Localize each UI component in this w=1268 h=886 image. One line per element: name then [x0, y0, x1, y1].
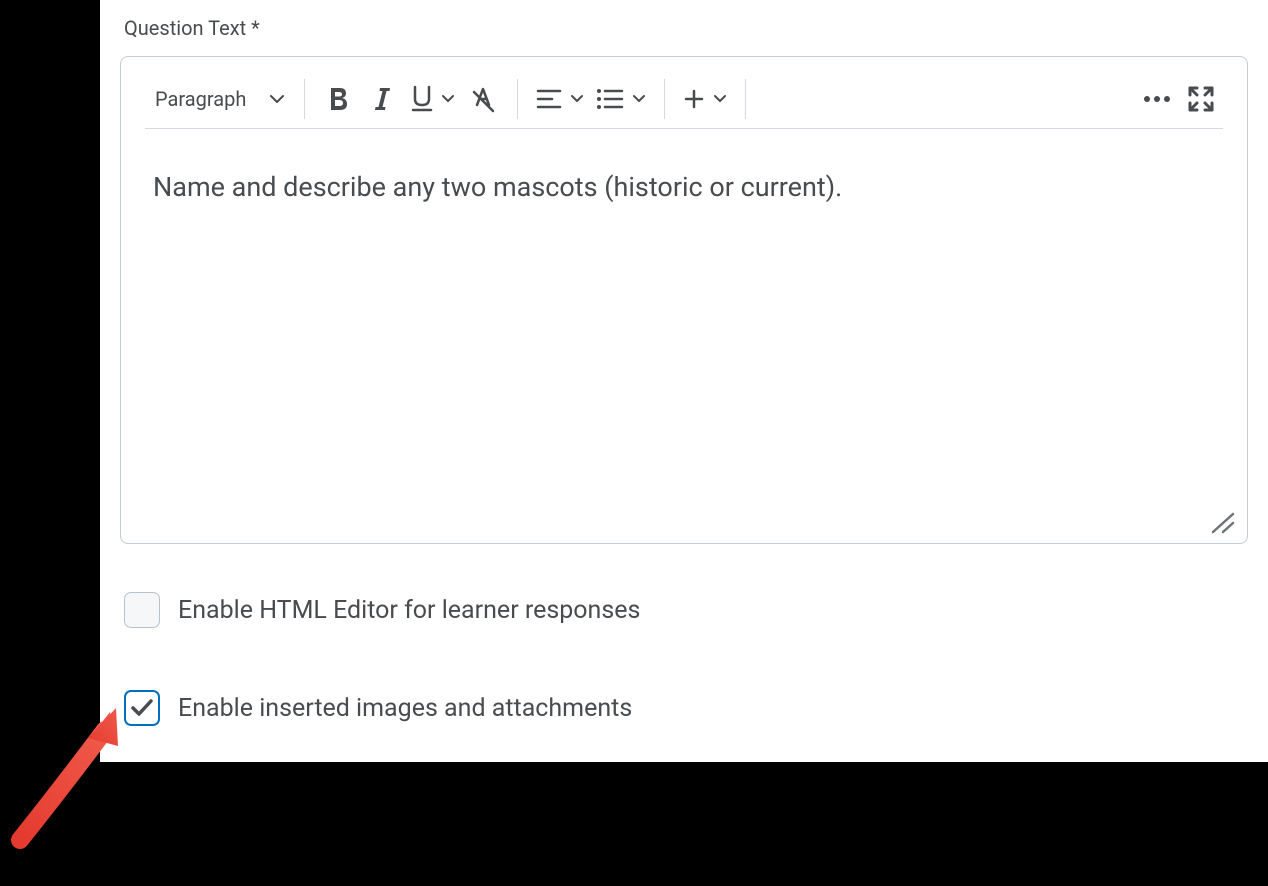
- editor-content-area[interactable]: Name and describe any two mascots (histo…: [145, 129, 1223, 247]
- divider: [304, 79, 305, 119]
- chevron-down-icon: [713, 92, 727, 106]
- bold-button[interactable]: [317, 77, 361, 121]
- chevron-down-icon: [270, 92, 284, 106]
- enable-images-attachments-checkbox[interactable]: [124, 690, 160, 726]
- checkmark-icon: [130, 698, 154, 718]
- enable-html-editor-label: Enable HTML Editor for learner responses: [178, 596, 640, 625]
- question-text-panel: Question Text * Paragraph: [100, 0, 1268, 762]
- fullscreen-button[interactable]: [1179, 77, 1223, 121]
- format-select-label: Paragraph: [155, 87, 246, 111]
- resize-handle-icon[interactable]: [1205, 510, 1235, 535]
- chevron-down-icon: [570, 92, 584, 106]
- rich-text-editor: Paragraph: [120, 56, 1248, 544]
- insert-button[interactable]: [677, 77, 733, 121]
- enable-html-editor-row: Enable HTML Editor for learner responses: [124, 592, 1248, 628]
- enable-images-attachments-label: Enable inserted images and attachments: [178, 694, 632, 723]
- font-color-button[interactable]: [461, 77, 505, 121]
- chevron-down-icon: [441, 92, 455, 106]
- align-button[interactable]: [530, 77, 590, 121]
- format-select[interactable]: Paragraph: [153, 83, 292, 115]
- chevron-down-icon: [632, 92, 646, 106]
- field-label: Question Text *: [124, 16, 1248, 40]
- divider: [664, 79, 665, 119]
- list-button[interactable]: [590, 77, 652, 121]
- italic-button[interactable]: [361, 77, 405, 121]
- divider: [517, 79, 518, 119]
- enable-html-editor-checkbox[interactable]: [124, 592, 160, 628]
- editor-toolbar: Paragraph: [145, 69, 1223, 129]
- more-button[interactable]: [1135, 77, 1179, 121]
- underline-button[interactable]: [405, 77, 461, 121]
- enable-images-attachments-row: Enable inserted images and attachments: [124, 690, 1248, 726]
- divider: [745, 79, 746, 119]
